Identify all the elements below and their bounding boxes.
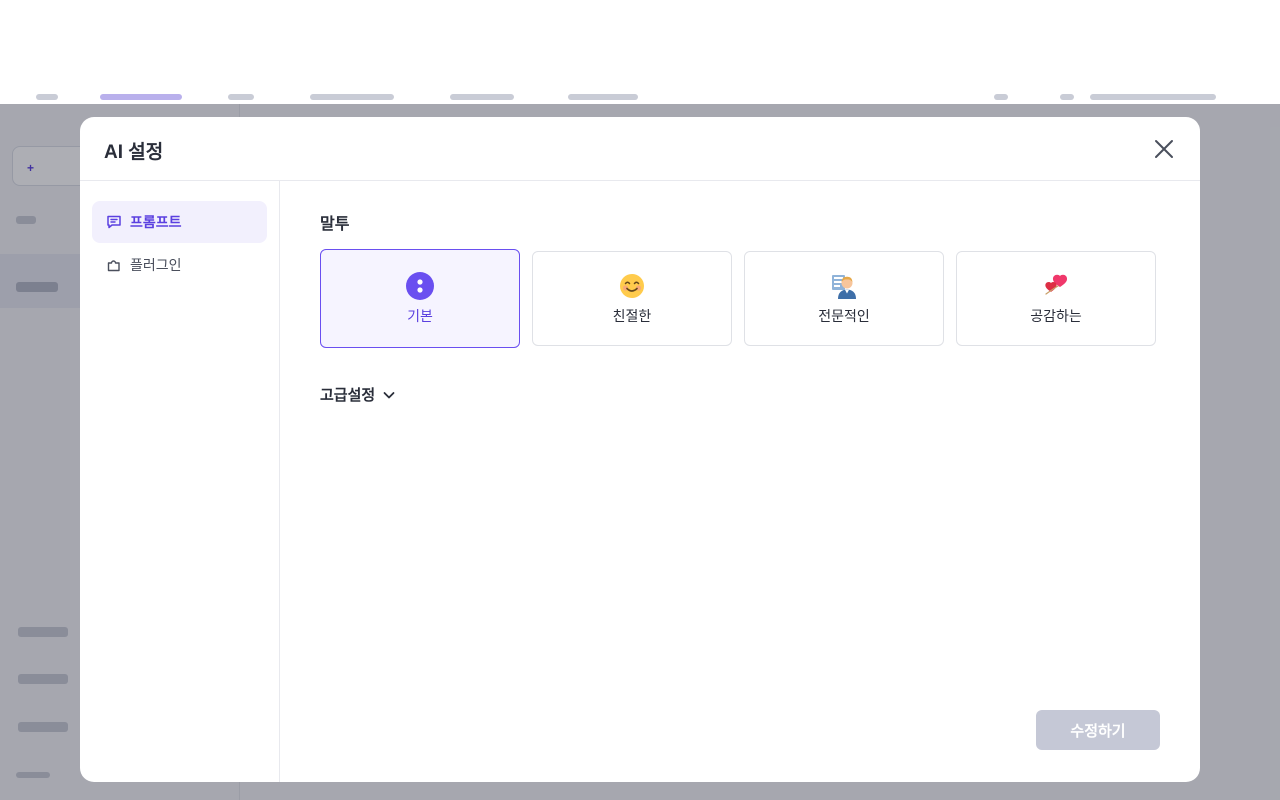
plugin-icon <box>107 260 120 272</box>
tone-option-empathetic[interactable]: 공감하는 <box>956 251 1156 346</box>
modal-title: AI 설정 <box>104 142 164 163</box>
sidebar-item-plugin[interactable]: 플러그인 <box>92 244 267 286</box>
tone-option-friendly[interactable]: 친절한 <box>532 251 732 346</box>
tone-option-label: 전문적인 <box>818 307 870 324</box>
chat-message-icon <box>107 215 121 229</box>
tone-option-label: 기본 <box>407 307 433 324</box>
chevron-down-icon <box>383 391 395 398</box>
advanced-settings-toggle[interactable]: 고급설정 <box>320 384 397 405</box>
professional-person-icon <box>830 272 858 300</box>
ai-settings-modal: AI 설정 프롬프트 플러그인 말투 기본 친절한 전문적인 공감하는 고급설정… <box>80 117 1200 782</box>
default-tone-icon <box>406 271 434 300</box>
advanced-settings-label: 고급설정 <box>320 387 376 404</box>
submit-button[interactable]: 수정하기 <box>1036 710 1160 750</box>
settings-content: 말투 기본 친절한 전문적인 공감하는 고급설정 수정하기 <box>280 181 1200 782</box>
close-icon <box>1155 140 1173 158</box>
heart-icon <box>1042 272 1070 300</box>
tone-option-default[interactable]: 기본 <box>320 249 520 348</box>
smiling-face-icon <box>618 272 646 300</box>
settings-sidebar: 프롬프트 플러그인 <box>80 181 280 782</box>
tone-option-label: 공감하는 <box>1030 307 1082 324</box>
close-button[interactable] <box>1152 137 1176 161</box>
tone-section-label: 말투 <box>320 216 350 233</box>
sidebar-item-label: 플러그인 <box>130 257 182 273</box>
modal-header: AI 설정 <box>80 117 1200 181</box>
sidebar-item-prompt[interactable]: 프롬프트 <box>92 201 267 243</box>
tone-option-label: 친절한 <box>612 307 652 324</box>
tone-option-professional[interactable]: 전문적인 <box>744 251 944 346</box>
sidebar-item-label: 프롬프트 <box>130 214 182 230</box>
